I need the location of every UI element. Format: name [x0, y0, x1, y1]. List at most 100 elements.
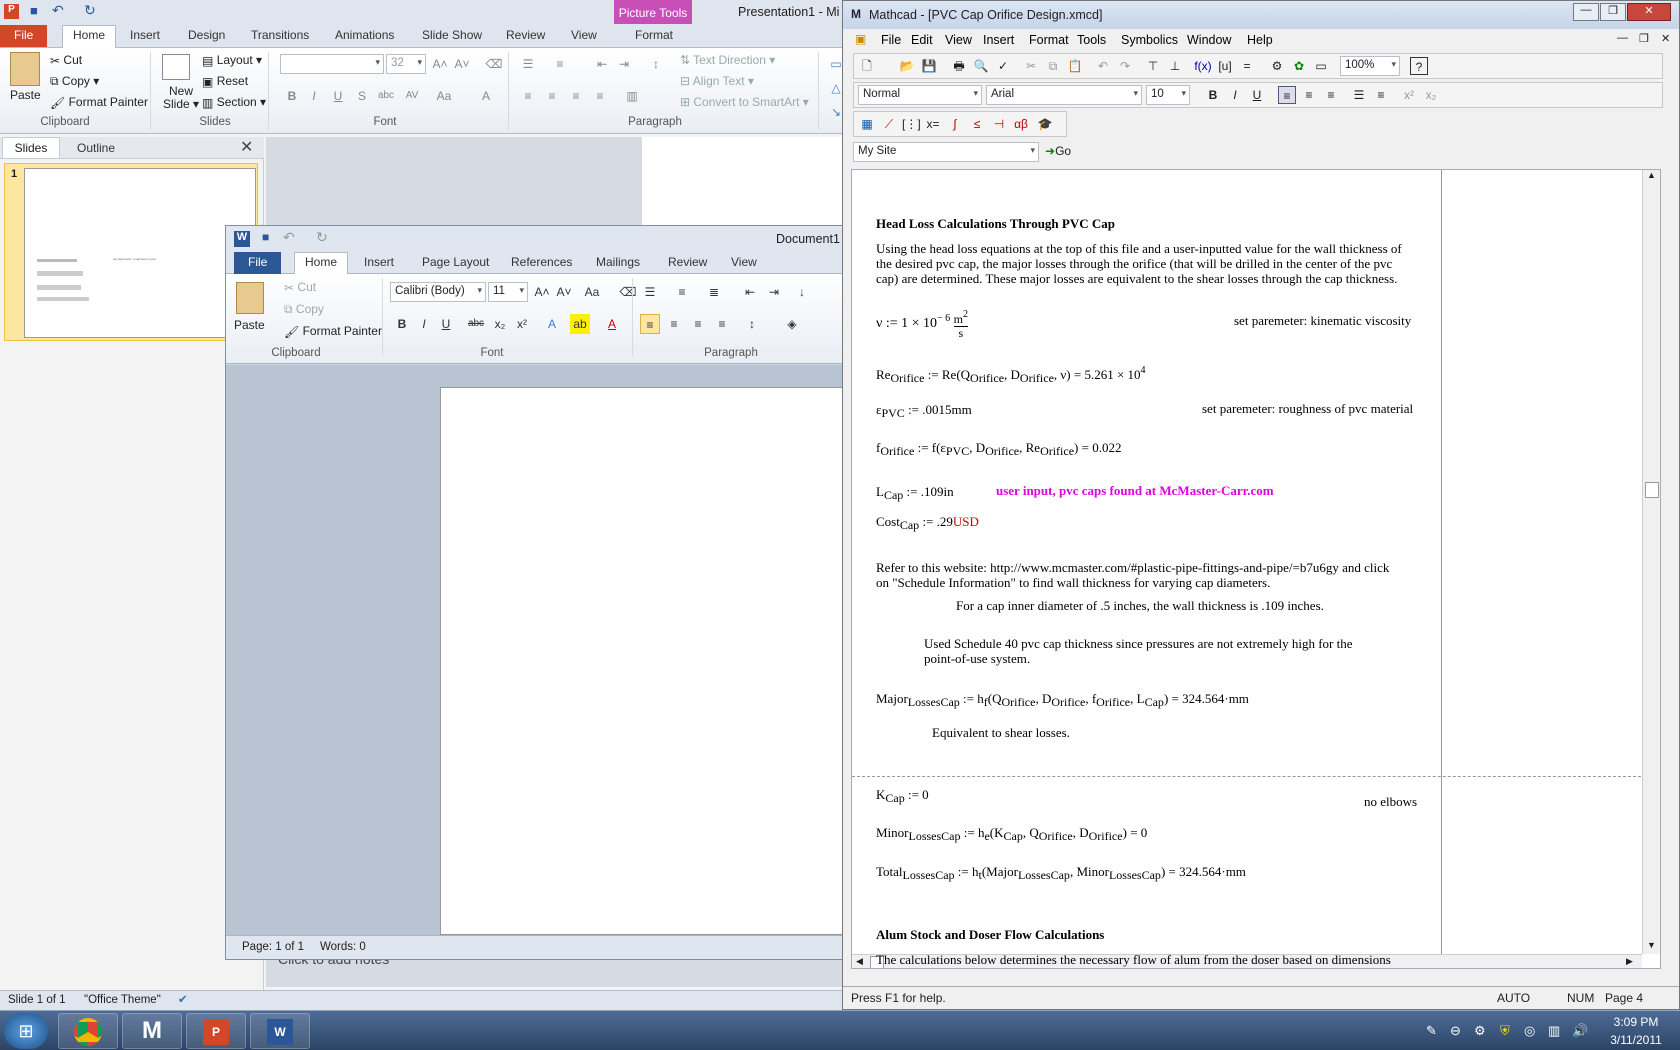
insert-function-icon[interactable]: f(x) — [1194, 57, 1212, 75]
line-spacing-icon[interactable]: ↕ — [742, 314, 762, 334]
clock-time[interactable]: 3:09 PM — [1606, 1015, 1666, 1029]
menu-view[interactable]: View — [945, 33, 972, 47]
underline-icon[interactable]: U — [1248, 86, 1266, 104]
menu-tools[interactable]: Tools — [1077, 33, 1106, 47]
component-icon[interactable]: ⚙ — [1268, 57, 1286, 75]
bullets-icon[interactable]: ☰ — [640, 282, 660, 302]
ppt-tab-slide-show[interactable]: Slide Show — [422, 28, 482, 48]
align-right-icon[interactable]: ≡ — [1322, 86, 1340, 104]
undo-icon[interactable]: ↶ — [1094, 57, 1112, 75]
slides-tab[interactable]: Slides — [2, 137, 60, 159]
graph-icon[interactable]: ⟋ — [880, 115, 898, 133]
bold-icon[interactable]: B — [282, 86, 302, 106]
ppt-tab-home[interactable]: Home — [62, 25, 117, 48]
matrix-icon[interactable]: [⋮] — [902, 115, 921, 133]
programming-icon[interactable]: ⊣ — [990, 115, 1008, 133]
word-tab-insert[interactable]: Insert — [364, 255, 394, 275]
chrome-taskbar-icon[interactable] — [58, 1013, 118, 1049]
ppt-tab-format[interactable]: Format — [635, 28, 673, 48]
word-tab-page-layout[interactable]: Page Layout — [422, 255, 489, 275]
paste-icon[interactable] — [10, 52, 40, 86]
ppt-file-tab[interactable]: File — [0, 25, 48, 47]
tray-icon-3[interactable]: ⚙ — [1474, 1023, 1486, 1039]
boolean-icon[interactable]: ≤ — [968, 115, 986, 133]
word-tab-view[interactable]: View — [731, 255, 757, 275]
word-tab-review[interactable]: Review — [668, 255, 707, 275]
close-pane-icon[interactable]: ✕ — [240, 137, 253, 157]
bullets-icon[interactable]: ☰ — [518, 54, 538, 74]
word-file-tab[interactable]: File — [234, 252, 282, 274]
slide-thumbnail-selected[interactable]: 1 set parameter: roughness of pvc — [4, 163, 258, 341]
menu-edit[interactable]: Edit — [911, 33, 933, 47]
word-tab-mailings[interactable]: Mailings — [596, 255, 640, 275]
change-case-icon[interactable]: Aa — [582, 282, 602, 302]
menu-window[interactable]: Window — [1187, 33, 1231, 47]
italic-icon[interactable]: I — [414, 314, 434, 334]
close-icon[interactable]: ✕ — [1627, 3, 1671, 21]
section-button[interactable]: ▥ Section ▾ — [202, 95, 266, 110]
doc-minimize-icon[interactable]: — — [1617, 32, 1628, 44]
highlight-icon[interactable]: ab — [570, 314, 590, 334]
outline-tab[interactable]: Outline — [62, 137, 130, 159]
sort-icon[interactable]: ↓ — [792, 282, 812, 302]
shrink-font-icon[interactable]: A˅ — [554, 282, 574, 302]
underline-icon[interactable]: U — [328, 86, 348, 106]
scroll-right-icon[interactable]: ▶ — [1626, 956, 1633, 967]
shield-icon[interactable]: ⛨ — [1500, 1023, 1510, 1039]
scroll-down-icon[interactable]: ▼ — [1647, 940, 1656, 950]
save-icon[interactable]: ■ — [262, 230, 269, 244]
ppt-cut-button[interactable]: ✂ Cut — [50, 53, 82, 68]
new-slide-icon[interactable] — [162, 54, 190, 80]
save-icon[interactable]: ■ — [30, 3, 38, 18]
vertical-scrollbar[interactable]: ▲ ▼ — [1642, 170, 1660, 954]
word-copy-button[interactable]: ⧉ Copy — [284, 302, 324, 317]
shading-icon[interactable]: ◈ — [782, 314, 802, 334]
clock-date[interactable]: 3/11/2011 — [1604, 1033, 1668, 1047]
word-cut-button[interactable]: ✂ Cut — [284, 280, 316, 295]
multilevel-list-icon[interactable]: ≣ — [704, 282, 724, 302]
evaluation-icon[interactable]: x= — [924, 115, 942, 133]
ppt-tab-design[interactable]: Design — [188, 28, 225, 48]
align-right-icon[interactable]: ≡ — [566, 86, 586, 106]
grow-font-icon[interactable]: A˄ — [532, 282, 552, 302]
start-button-icon[interactable]: ⊞ — [4, 1013, 48, 1049]
open-folder-icon[interactable]: 📂 — [898, 57, 916, 75]
word-word-count[interactable]: Words: 0 — [320, 941, 366, 953]
reset-button[interactable]: ▣ Reset — [202, 74, 248, 89]
spellcheck-icon[interactable]: ✓ — [994, 57, 1012, 75]
font-color-icon[interactable]: A — [476, 86, 496, 106]
scroll-up-icon[interactable]: ▲ — [1647, 170, 1656, 180]
clear-format-icon[interactable]: ⌫ — [484, 54, 504, 74]
word-taskbar-icon[interactable]: W — [250, 1013, 310, 1049]
ppt-paste-button[interactable]: Paste — [10, 88, 41, 102]
calculus-icon[interactable]: ∫ — [946, 115, 964, 133]
calculator-icon[interactable]: ▦ — [858, 115, 876, 133]
greek-icon[interactable]: αβ — [1012, 115, 1030, 133]
restore-icon[interactable]: ❐ — [1600, 3, 1626, 21]
justify-icon[interactable]: ≡ — [590, 86, 610, 106]
powerpoint-taskbar-icon[interactable]: P — [186, 1013, 246, 1049]
font-color-icon[interactable]: A — [602, 314, 622, 334]
subscript-icon[interactable]: x₂ — [1422, 86, 1440, 104]
align-center-icon[interactable]: ≡ — [1300, 86, 1318, 104]
go-button[interactable]: ➜Go — [1045, 144, 1071, 158]
superscript-icon[interactable]: x² — [512, 314, 532, 334]
scroll-thumb[interactable] — [1645, 482, 1659, 498]
align-bottom-icon[interactable]: ⊥ — [1166, 57, 1184, 75]
word-font-name-combo[interactable]: Calibri (Body) — [390, 282, 486, 302]
paste-icon[interactable] — [236, 282, 264, 314]
doc-restore-icon[interactable]: ❐ — [1639, 32, 1649, 45]
line-spacing-icon[interactable]: ↕ — [646, 54, 666, 74]
increase-indent-icon[interactable]: ⇥ — [614, 54, 634, 74]
italic-icon[interactable]: I — [1226, 86, 1244, 104]
shadow-icon[interactable]: S — [352, 86, 372, 106]
align-left-icon[interactable]: ≡ — [640, 314, 660, 334]
new-file-icon[interactable]: 🗋 — [858, 57, 876, 75]
ppt-copy-button[interactable]: ⧉ Copy ▾ — [50, 74, 99, 89]
ppt-format-painter-button[interactable]: 🖌 Format Painter — [50, 95, 148, 110]
text-effects-icon[interactable]: A — [542, 314, 562, 334]
convert-smartart-button[interactable]: ⊞ Convert to SmartArt ▾ — [680, 95, 809, 109]
subscript-icon[interactable]: x₂ — [490, 314, 510, 334]
font-combo[interactable]: Arial — [986, 85, 1142, 105]
align-text-button[interactable]: ⊟ Align Text ▾ — [680, 74, 754, 88]
